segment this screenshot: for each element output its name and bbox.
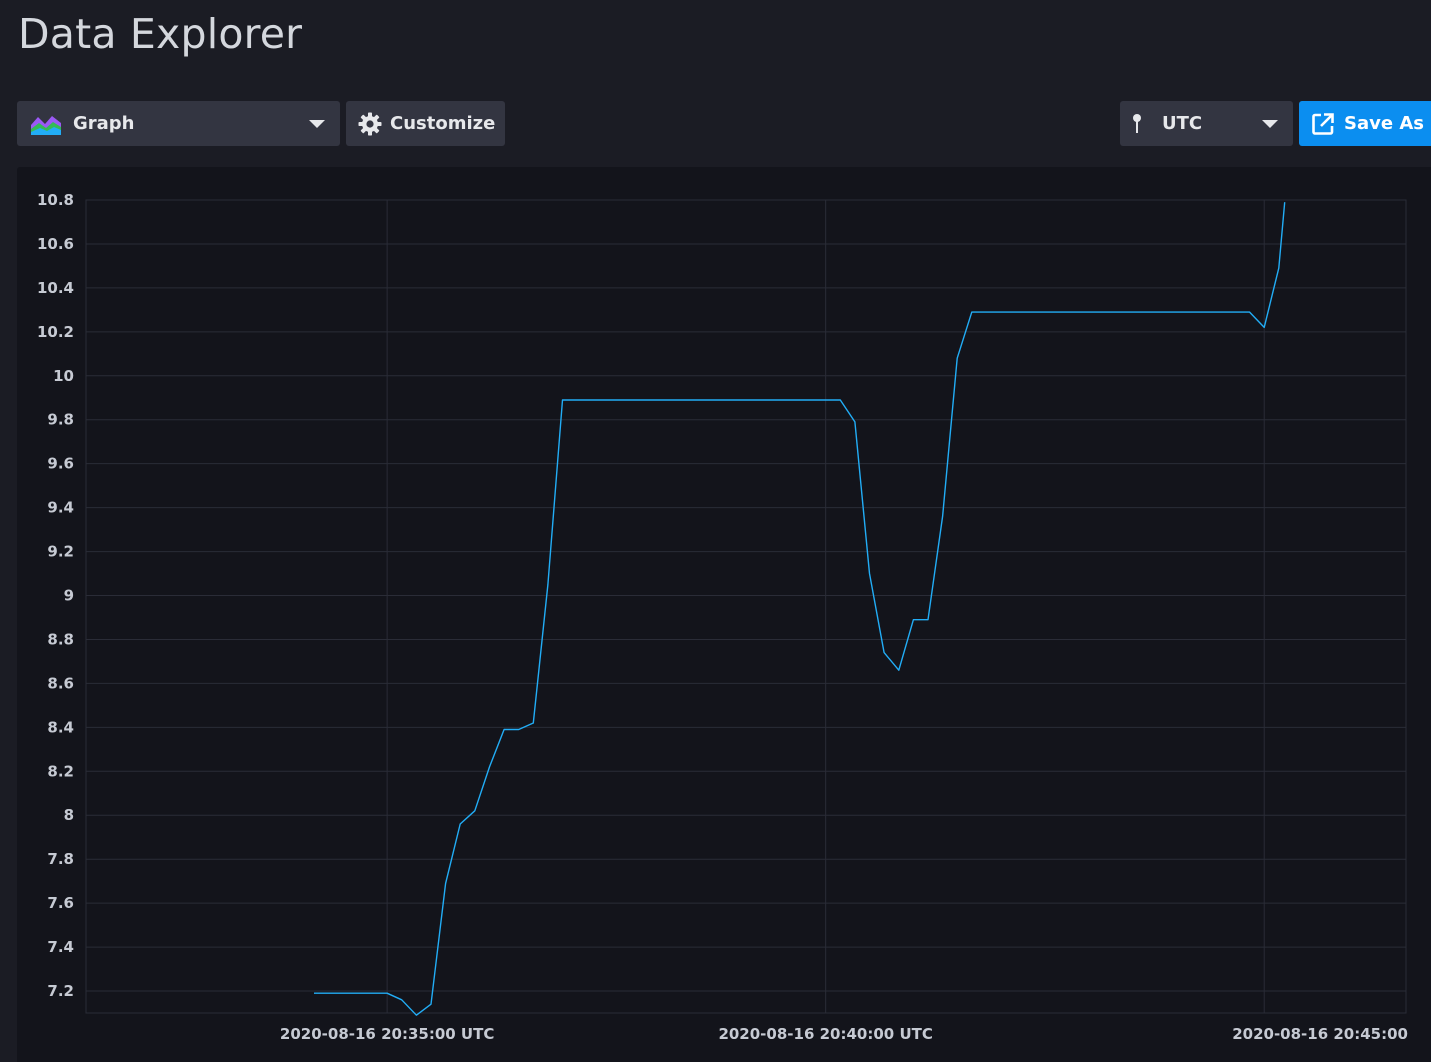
gear-icon	[358, 112, 382, 136]
y-tick-label: 7.6	[47, 894, 74, 912]
y-tick-label: 10.4	[37, 279, 74, 297]
y-tick-label: 9.6	[47, 455, 74, 473]
y-tick-label: 9	[64, 587, 74, 605]
y-tick-label: 10.2	[37, 323, 74, 341]
y-tick-label: 10	[53, 367, 74, 385]
timezone-label: UTC	[1162, 113, 1203, 134]
graph-icon	[31, 113, 61, 135]
save-as-label: Save As	[1344, 113, 1424, 134]
y-tick-label: 9.4	[47, 499, 74, 517]
y-tick-label: 8.6	[47, 674, 74, 692]
visualization-type-dropdown[interactable]: Graph	[17, 101, 340, 146]
timezone-dropdown[interactable]: UTC	[1120, 101, 1293, 146]
y-tick-label: 9.8	[47, 411, 74, 429]
y-tick-label: 8.4	[47, 718, 74, 736]
chevron-down-icon	[1262, 120, 1278, 128]
external-link-icon	[1311, 112, 1335, 136]
y-tick-label: 7.4	[47, 938, 74, 956]
y-tick-label: 7.8	[47, 850, 74, 868]
y-tick-label: 9.2	[47, 543, 74, 561]
customize-label: Customize	[390, 113, 496, 134]
x-tick-label: 2020-08-16 20:40:00 UTC	[718, 1025, 932, 1043]
y-tick-label: 10.8	[37, 191, 74, 209]
series-line	[314, 202, 1286, 1016]
y-tick-label: 8.2	[47, 762, 74, 780]
chevron-down-icon	[309, 120, 325, 128]
graph-panel: 7.2 7.4 7.6 7.8 8 8.2 8.4 8.6 8.8 9 9.2 9.4 9.6 9.8 10…	[17, 167, 1431, 1062]
y-tick-label: 10.6	[37, 235, 74, 253]
save-as-button[interactable]: Save As	[1299, 101, 1431, 146]
y-tick-label: 8.8	[47, 630, 74, 648]
x-tick-label: 2020-08-16 20:35:00 UTC	[280, 1025, 494, 1043]
customize-button[interactable]: Customize	[346, 101, 505, 146]
visualization-type-label: Graph	[73, 113, 135, 134]
y-tick-label: 8	[64, 806, 74, 824]
y-tick-label: 7.2	[47, 982, 74, 1000]
x-tick-label: 2020-08-16 20:45:00	[1232, 1025, 1408, 1043]
line-chart[interactable]: 7.2 7.4 7.6 7.8 8 8.2 8.4 8.6 8.8 9 9.2 9.4 9.6 9.8 10…	[17, 167, 1431, 1062]
pin-icon	[1132, 113, 1142, 135]
page-title: Data Explorer	[18, 10, 303, 58]
plot-frame	[85, 199, 1407, 1014]
